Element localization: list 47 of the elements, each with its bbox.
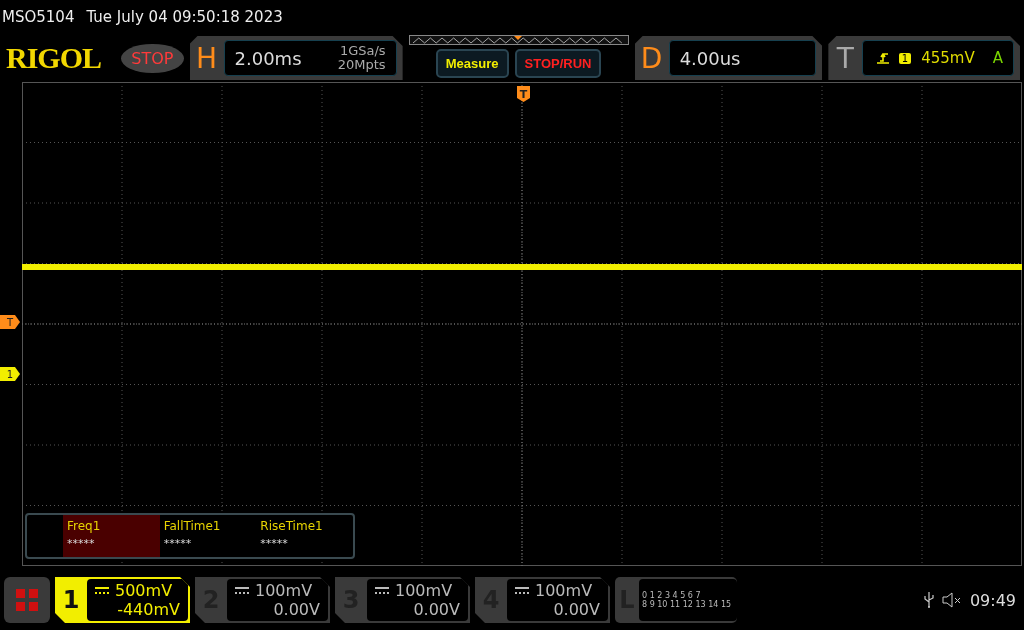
- trigger-panel[interactable]: T 1 455mV A: [828, 36, 1020, 80]
- channel-number: 1: [61, 586, 81, 614]
- channel-scale: 100mV: [255, 581, 313, 600]
- rising-edge-icon: [876, 52, 889, 64]
- logic-channels-row-text: 8 9 10 11 12 13 14 15: [642, 600, 733, 609]
- channel-scale: 100mV: [535, 581, 593, 600]
- measurement-value: *****: [67, 537, 96, 550]
- dc-coupling-icon: [235, 586, 249, 595]
- channel-offset: 0.00V: [413, 600, 460, 619]
- trigger-source: 1: [898, 52, 912, 64]
- measurement-name[interactable]: RiseTime1: [260, 519, 349, 533]
- memory-depth: 20Mpts: [337, 58, 386, 72]
- channel-offset: 0.00V: [553, 600, 600, 619]
- channel-scale: 500mV: [115, 581, 173, 600]
- trigger-level: 455mV: [921, 49, 975, 67]
- menu-button[interactable]: [4, 577, 50, 623]
- measurement-value: *****: [163, 537, 193, 550]
- trigger-position-marker: T: [517, 86, 530, 102]
- channel-panel[interactable]: 1 500mV -440mV: [55, 577, 190, 623]
- logo: RIGOL: [6, 41, 103, 75]
- measure-button[interactable]: Measure: [435, 49, 509, 78]
- sample-rate: 1GSa/s: [339, 44, 386, 58]
- run-state-badge: STOP: [121, 43, 184, 73]
- channel-offset: -440mV: [117, 600, 180, 619]
- dc-coupling-icon: [515, 586, 529, 595]
- model-name: MSO5104: [2, 8, 75, 26]
- stop-run-button[interactable]: STOP/RUN: [514, 49, 602, 78]
- channel-offset: 0.00V: [273, 600, 320, 619]
- trigger-mode: A: [992, 49, 1003, 67]
- speaker-muted-icon: [941, 592, 962, 608]
- clock: 09:49: [969, 590, 1016, 610]
- channel-scale: 100mV: [395, 581, 453, 600]
- delay-panel[interactable]: D 4.00us: [634, 36, 823, 80]
- measurement-name[interactable]: FallTime1: [163, 519, 253, 533]
- date-time: Tue July 04 09:50:18 2023: [86, 8, 283, 26]
- measurement-name[interactable]: Freq1: [67, 519, 156, 533]
- delay-value: 4.00us: [679, 47, 741, 69]
- usb-icon: [923, 592, 934, 608]
- channel-marker[interactable]: 1: [0, 367, 20, 381]
- timebase-value: 2.00ms: [234, 47, 302, 69]
- trigger-level-marker[interactable]: T: [0, 315, 20, 329]
- grid-icon: [16, 589, 38, 611]
- measurement-value: *****: [260, 537, 289, 550]
- horizontal-panel[interactable]: H 2.00ms 1GSa/s 20Mpts: [189, 36, 403, 80]
- logic-channels-row-text: 0 1 2 3 4 5 6 7: [642, 591, 702, 600]
- dc-coupling-icon: [95, 586, 109, 595]
- dc-coupling-icon: [375, 586, 389, 595]
